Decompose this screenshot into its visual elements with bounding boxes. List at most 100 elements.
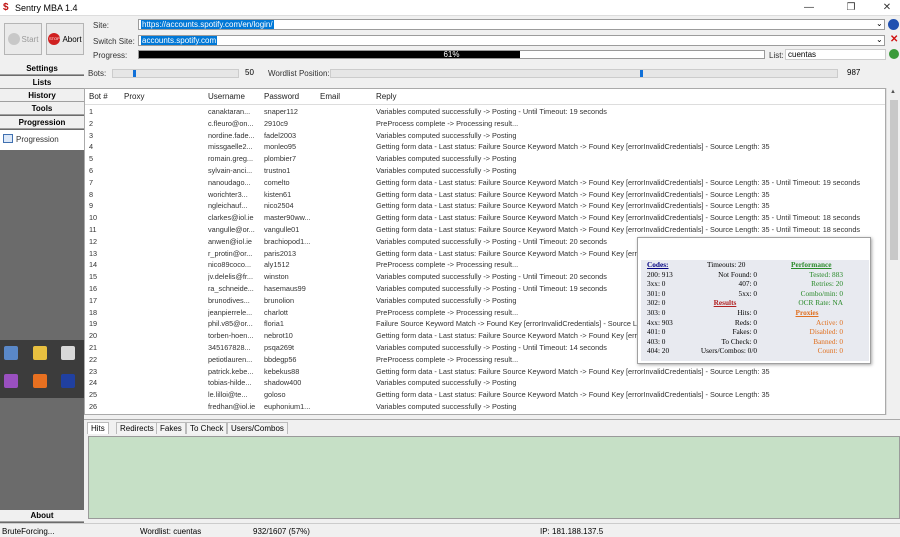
shield-icon[interactable]: [33, 346, 47, 360]
window-title: Sentry MBA 1.4: [15, 3, 78, 13]
refresh-icon[interactable]: [889, 49, 899, 59]
cell-reply: Getting form data - Last status: Failure…: [376, 225, 861, 234]
cell-username: nanoudago...: [208, 177, 251, 187]
close-button[interactable]: ✕: [874, 0, 900, 16]
stats-line: 4xx: 903 Reds: 0 Active: 0: [641, 318, 869, 328]
col-password[interactable]: Password: [264, 92, 299, 101]
col-email[interactable]: Email: [320, 92, 340, 101]
cell-password: nico2504: [264, 201, 294, 211]
list-input[interactable]: cuentas: [785, 49, 886, 60]
table-row[interactable]: 5 romain.greg... plombier7 Variables comput…: [85, 153, 885, 165]
cell-username: sylvain-anci...: [208, 166, 253, 175]
minimize-button[interactable]: —: [796, 0, 822, 16]
table-row[interactable]: 8 worichter3... kisten61 Getting form data …: [85, 189, 885, 201]
chevron-down-icon[interactable]: ⌄: [876, 35, 883, 44]
tab-to-check[interactable]: To Check: [186, 422, 228, 434]
col-proxy[interactable]: Proxy: [124, 92, 144, 101]
status-code-stat: 3xx: 0: [647, 279, 666, 289]
bots-slider[interactable]: [112, 69, 239, 78]
sidebar-item-tools[interactable]: Tools: [0, 102, 84, 115]
switch-site-input[interactable]: accounts.spotify.com: [138, 35, 885, 46]
col-reply[interactable]: Reply: [376, 92, 396, 101]
cell-password: snaper112: [264, 107, 298, 116]
restore-button[interactable]: ❐: [838, 0, 864, 16]
cell-password: plombier7: [264, 154, 297, 164]
cell-bot-number: 25: [89, 390, 98, 400]
stats-line: 200: 913 Not Found: 0 Tested: 883: [641, 270, 869, 280]
wordlist-slider[interactable]: [330, 69, 838, 78]
cell-username: brunodives...: [208, 295, 250, 305]
table-row[interactable]: 26 fredhan@iol.ie euphonium1... Variables c…: [85, 401, 885, 413]
start-label: Start: [21, 34, 39, 44]
status-code-stat: 401: 0: [647, 327, 666, 337]
tab-redirects[interactable]: Redirects: [116, 422, 158, 434]
table-row[interactable]: 24 tobias-hilde... shadow400 Variables comp…: [85, 377, 885, 389]
cell-password: comelto: [264, 177, 290, 187]
cell-username: jv.delelis@fr...: [208, 272, 253, 282]
status-bar: BruteForcing... Wordlist: cuentas 932/16…: [0, 523, 900, 537]
tab-users-combos[interactable]: Users/Combos: [227, 422, 288, 434]
cell-username: romain.greg...: [208, 154, 254, 164]
performance-stat: Retries: 20: [811, 279, 843, 289]
grid-header: Bot # Proxy Username Password Email Repl…: [85, 89, 885, 105]
chevron-down-icon[interactable]: ⌄: [876, 19, 883, 28]
sidebar-item-history[interactable]: History: [0, 89, 84, 102]
col-bot[interactable]: Bot #: [89, 92, 108, 101]
cell-username: le.lilloi@te...: [208, 390, 248, 400]
abort-label: Abort: [62, 34, 82, 44]
progress-bar: 61%: [138, 50, 765, 59]
cell-bot-number: 23: [89, 366, 98, 376]
sidebar-item-progression[interactable]: Progression: [0, 116, 84, 129]
performance-title: Performance: [791, 260, 832, 269]
sidebar-item-about[interactable]: About: [0, 510, 84, 522]
stats-lines: 200: 913 Not Found: 0 Tested: 883 3xx: 0 407…: [641, 270, 869, 356]
table-row[interactable]: 23 patrick.kebe... kebekus88 Getting form d…: [85, 366, 885, 378]
cell-reply: Variables computed successfully -> Posti…: [376, 107, 607, 116]
wordlist-slider-thumb[interactable]: [639, 70, 643, 77]
abort-button[interactable]: STOP Abort: [46, 23, 84, 55]
table-row[interactable]: 10 clarkes@iol.ie master90ww... Getting for…: [85, 212, 885, 224]
cell-username: tobias-hilde...: [208, 378, 252, 388]
col-username[interactable]: Username: [208, 92, 245, 101]
start-button[interactable]: Start: [4, 23, 42, 55]
cell-username: nordine.fade...: [208, 130, 255, 140]
table-row[interactable]: 2 c.fleuro@on... 2910c9 PreProcess complete…: [85, 118, 885, 130]
switch-site-label: Switch Site:: [93, 37, 135, 46]
progress-label: Progress:: [93, 51, 128, 60]
tab-fakes[interactable]: Fakes: [156, 422, 186, 434]
feather-icon[interactable]: [4, 374, 18, 388]
table-row[interactable]: 6 sylvain-anci... trustno1 Variables comput…: [85, 165, 885, 177]
bots-icon[interactable]: [61, 346, 75, 360]
table-row[interactable]: 25 le.lilloi@te... goloso Getting form data…: [85, 389, 885, 401]
cell-bot-number: 8: [89, 189, 94, 199]
progression-child[interactable]: Progression: [16, 135, 59, 144]
table-row[interactable]: 9 ngleichauf... nico2504 Getting form data …: [85, 200, 885, 212]
grid-scrollbar[interactable]: ▲: [886, 88, 900, 415]
cell-bot-number: 20: [89, 331, 98, 341]
site-input[interactable]: https://accounts.spotify.com/en/login/: [138, 19, 885, 30]
sidebar-item-lists[interactable]: Lists: [0, 76, 84, 89]
cell-password: master90ww...: [264, 213, 311, 223]
ocr-icon[interactable]: [33, 374, 47, 388]
tab-hits[interactable]: Hits: [87, 422, 109, 434]
globe-icon[interactable]: [888, 19, 899, 30]
cell-password: kebekus88: [264, 366, 300, 376]
performance-stat: OCR Rate: NA: [798, 298, 843, 308]
scroll-up-icon[interactable]: ▲: [890, 89, 896, 95]
import-icon[interactable]: [4, 346, 18, 360]
sidebar-item-settings[interactable]: Settings: [0, 62, 84, 75]
scrollbar-thumb[interactable]: [890, 100, 898, 260]
bots-slider-thumb[interactable]: [133, 70, 136, 77]
table-row[interactable]: 4 missgaelle2... monleo95 Getting form data…: [85, 141, 885, 153]
cell-password: floria1: [264, 319, 284, 329]
stats-line: 401: 0 Fakes: 0 Disabled: 0: [641, 327, 869, 337]
status-code-stat: 303: 0: [647, 307, 666, 317]
table-row[interactable]: 11 vangulle@or... vangulle01 Getting form d…: [85, 224, 885, 236]
table-row[interactable]: 3 nordine.fade... fadel2003 Variables compu…: [85, 130, 885, 142]
network-icon[interactable]: [61, 374, 75, 388]
hits-panel[interactable]: [88, 436, 900, 519]
table-row[interactable]: 1 canaktaran... snaper112 Variables compute…: [85, 106, 885, 118]
cell-username: vangulle@or...: [208, 225, 255, 234]
table-row[interactable]: 7 nanoudago... comelto Getting form data - …: [85, 177, 885, 189]
clear-icon[interactable]: ✕: [890, 34, 898, 45]
